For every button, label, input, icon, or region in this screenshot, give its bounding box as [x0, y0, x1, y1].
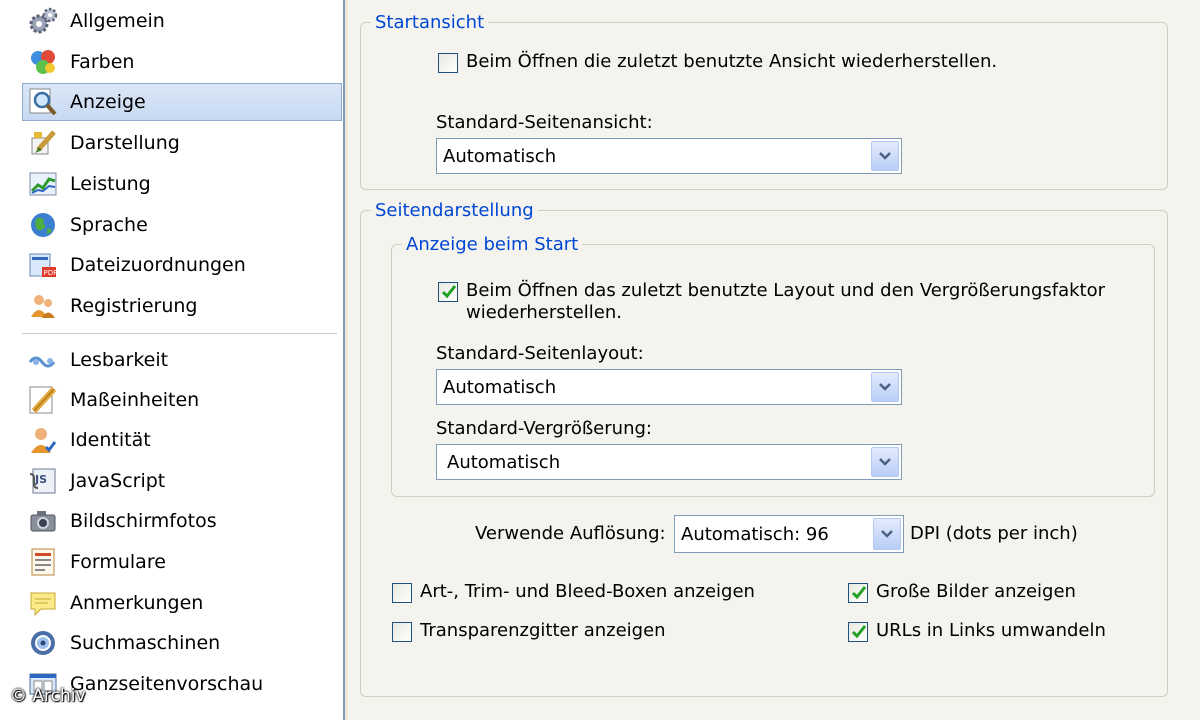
- svg-text:PDF: PDF: [44, 269, 58, 277]
- transparency-grid-label: Transparenzgitter anzeigen: [420, 620, 666, 641]
- sidebar-item-anzeige[interactable]: Anzeige: [22, 83, 342, 121]
- paint-brush-icon: [26, 126, 60, 160]
- restore-view-label: Beim Öffnen die zuletzt benutzte Ansicht…: [466, 51, 998, 72]
- sidebar-item-bildschirmfotos[interactable]: Bildschirmfotos: [22, 502, 342, 540]
- sidebar-item-anmerkungen[interactable]: Anmerkungen: [22, 584, 342, 622]
- check-icon: [851, 586, 867, 600]
- resolution-select[interactable]: Automatisch: 96: [674, 515, 904, 553]
- users-icon: [26, 289, 60, 323]
- sidebar-item-suchmaschinen[interactable]: Suchmaschinen: [22, 624, 342, 662]
- gears-icon: [26, 4, 60, 38]
- show-boxes-label: Art-, Trim- und Bleed-Boxen anzeigen: [420, 581, 755, 602]
- magnifier-icon: [26, 85, 60, 119]
- sidebar-item-label: Anmerkungen: [70, 592, 204, 614]
- sidebar-item-label: Anzeige: [70, 91, 146, 113]
- sidebar-item-allgemein[interactable]: Allgemein: [22, 2, 342, 40]
- default-layout-select[interactable]: Automatisch: [436, 369, 902, 405]
- resolution-unit: DPI (dots per inch): [910, 523, 1078, 544]
- chevron-down-icon[interactable]: [873, 518, 901, 550]
- readability-icon: [26, 343, 60, 377]
- sidebar-item-label: Suchmaschinen: [70, 632, 221, 654]
- form-icon: [26, 545, 60, 579]
- sidebar-item-identitaet[interactable]: Identität: [22, 421, 342, 459]
- default-zoom-select[interactable]: Automatisch: [436, 444, 902, 480]
- check-icon: [851, 625, 867, 639]
- restore-layout-label-line2: wiederherstellen.: [466, 302, 622, 323]
- javascript-icon: JS: [26, 464, 60, 498]
- sidebar-item-label: JavaScript: [70, 470, 166, 492]
- sidebar-item-sprache[interactable]: Sprache: [22, 206, 342, 244]
- sidebar-item-label: Allgemein: [70, 10, 165, 32]
- restore-view-checkbox[interactable]: [438, 53, 458, 73]
- default-view-select[interactable]: Automatisch: [436, 138, 902, 174]
- camera-icon: [26, 504, 60, 538]
- sidebar-item-label: Ganzseitenvorschau: [70, 673, 264, 695]
- anzeige-beim-start-legend: Anzeige beim Start: [406, 234, 579, 255]
- sidebar-item-masseinheiten[interactable]: Maßeinheiten: [22, 381, 342, 419]
- copyright-watermark: © Archiv: [10, 686, 86, 706]
- chevron-down-icon[interactable]: [871, 447, 899, 477]
- seitendarstellung-legend: Seitendarstellung: [375, 200, 534, 221]
- svg-text:JS: JS: [34, 473, 47, 486]
- performance-chart-icon: [26, 167, 60, 201]
- settings-panel: Startansicht Beim Öffnen die zuletzt ben…: [348, 0, 1200, 720]
- large-images-checkbox[interactable]: [848, 583, 868, 603]
- layout-label: Standard-Seitenlayout:: [436, 343, 644, 364]
- sidebar-item-lesbarkeit[interactable]: Lesbarkeit: [22, 341, 342, 379]
- resolution-label: Verwende Auflösung:: [475, 523, 666, 544]
- sidebar-item-label: Dateizuordnungen: [70, 254, 246, 276]
- check-icon: [441, 285, 457, 299]
- identity-user-icon: [26, 423, 60, 457]
- restore-layout-label-line1: Beim Öffnen das zuletzt benutzte Layout …: [466, 280, 1106, 301]
- sidebar-item-label: Formulare: [70, 551, 166, 573]
- ruler-icon: [26, 383, 60, 417]
- sidebar-item-formulare[interactable]: Formulare: [22, 543, 342, 581]
- convert-urls-label: URLs in Links umwandeln: [876, 620, 1106, 641]
- color-balls-icon: [26, 45, 60, 79]
- sidebar-item-label: Registrierung: [70, 295, 198, 317]
- default-view-label: Standard-Seitenansicht:: [436, 112, 653, 133]
- convert-urls-checkbox[interactable]: [848, 622, 868, 642]
- category-sidebar: Allgemein Farben Anzeige Darstellung Lei…: [0, 0, 345, 720]
- sidebar-item-label: Identität: [70, 429, 151, 451]
- search-engine-icon: [26, 626, 60, 660]
- chevron-down-icon[interactable]: [871, 372, 899, 402]
- sidebar-item-dateizuordnungen[interactable]: PDF Dateizuordnungen: [22, 246, 342, 284]
- startansicht-legend: Startansicht: [375, 12, 485, 33]
- sidebar-item-label: Darstellung: [70, 132, 180, 154]
- file-association-icon: PDF: [26, 248, 60, 282]
- sidebar-item-javascript[interactable]: JS JavaScript: [22, 462, 342, 500]
- sidebar-item-registrierung[interactable]: Registrierung: [22, 287, 342, 325]
- sidebar-item-label: Farben: [70, 51, 135, 73]
- sidebar-item-farben[interactable]: Farben: [22, 43, 342, 81]
- sidebar-separator: [22, 333, 337, 334]
- chevron-down-icon[interactable]: [871, 141, 899, 171]
- restore-layout-checkbox[interactable]: [438, 282, 458, 302]
- globe-icon: [26, 208, 60, 242]
- sidebar-item-leistung[interactable]: Leistung: [22, 165, 342, 203]
- show-boxes-checkbox[interactable]: [392, 583, 412, 603]
- sidebar-item-darstellung[interactable]: Darstellung: [22, 124, 342, 162]
- zoom-label: Standard-Vergrößerung:: [436, 418, 652, 439]
- sidebar-item-label: Maßeinheiten: [70, 389, 200, 411]
- sidebar-item-label: Bildschirmfotos: [70, 510, 217, 532]
- transparency-grid-checkbox[interactable]: [392, 622, 412, 642]
- sidebar-item-label: Sprache: [70, 214, 148, 236]
- sidebar-item-label: Leistung: [70, 173, 151, 195]
- large-images-label: Große Bilder anzeigen: [876, 581, 1076, 602]
- sidebar-item-label: Lesbarkeit: [70, 349, 169, 371]
- sticky-note-icon: [26, 586, 60, 620]
